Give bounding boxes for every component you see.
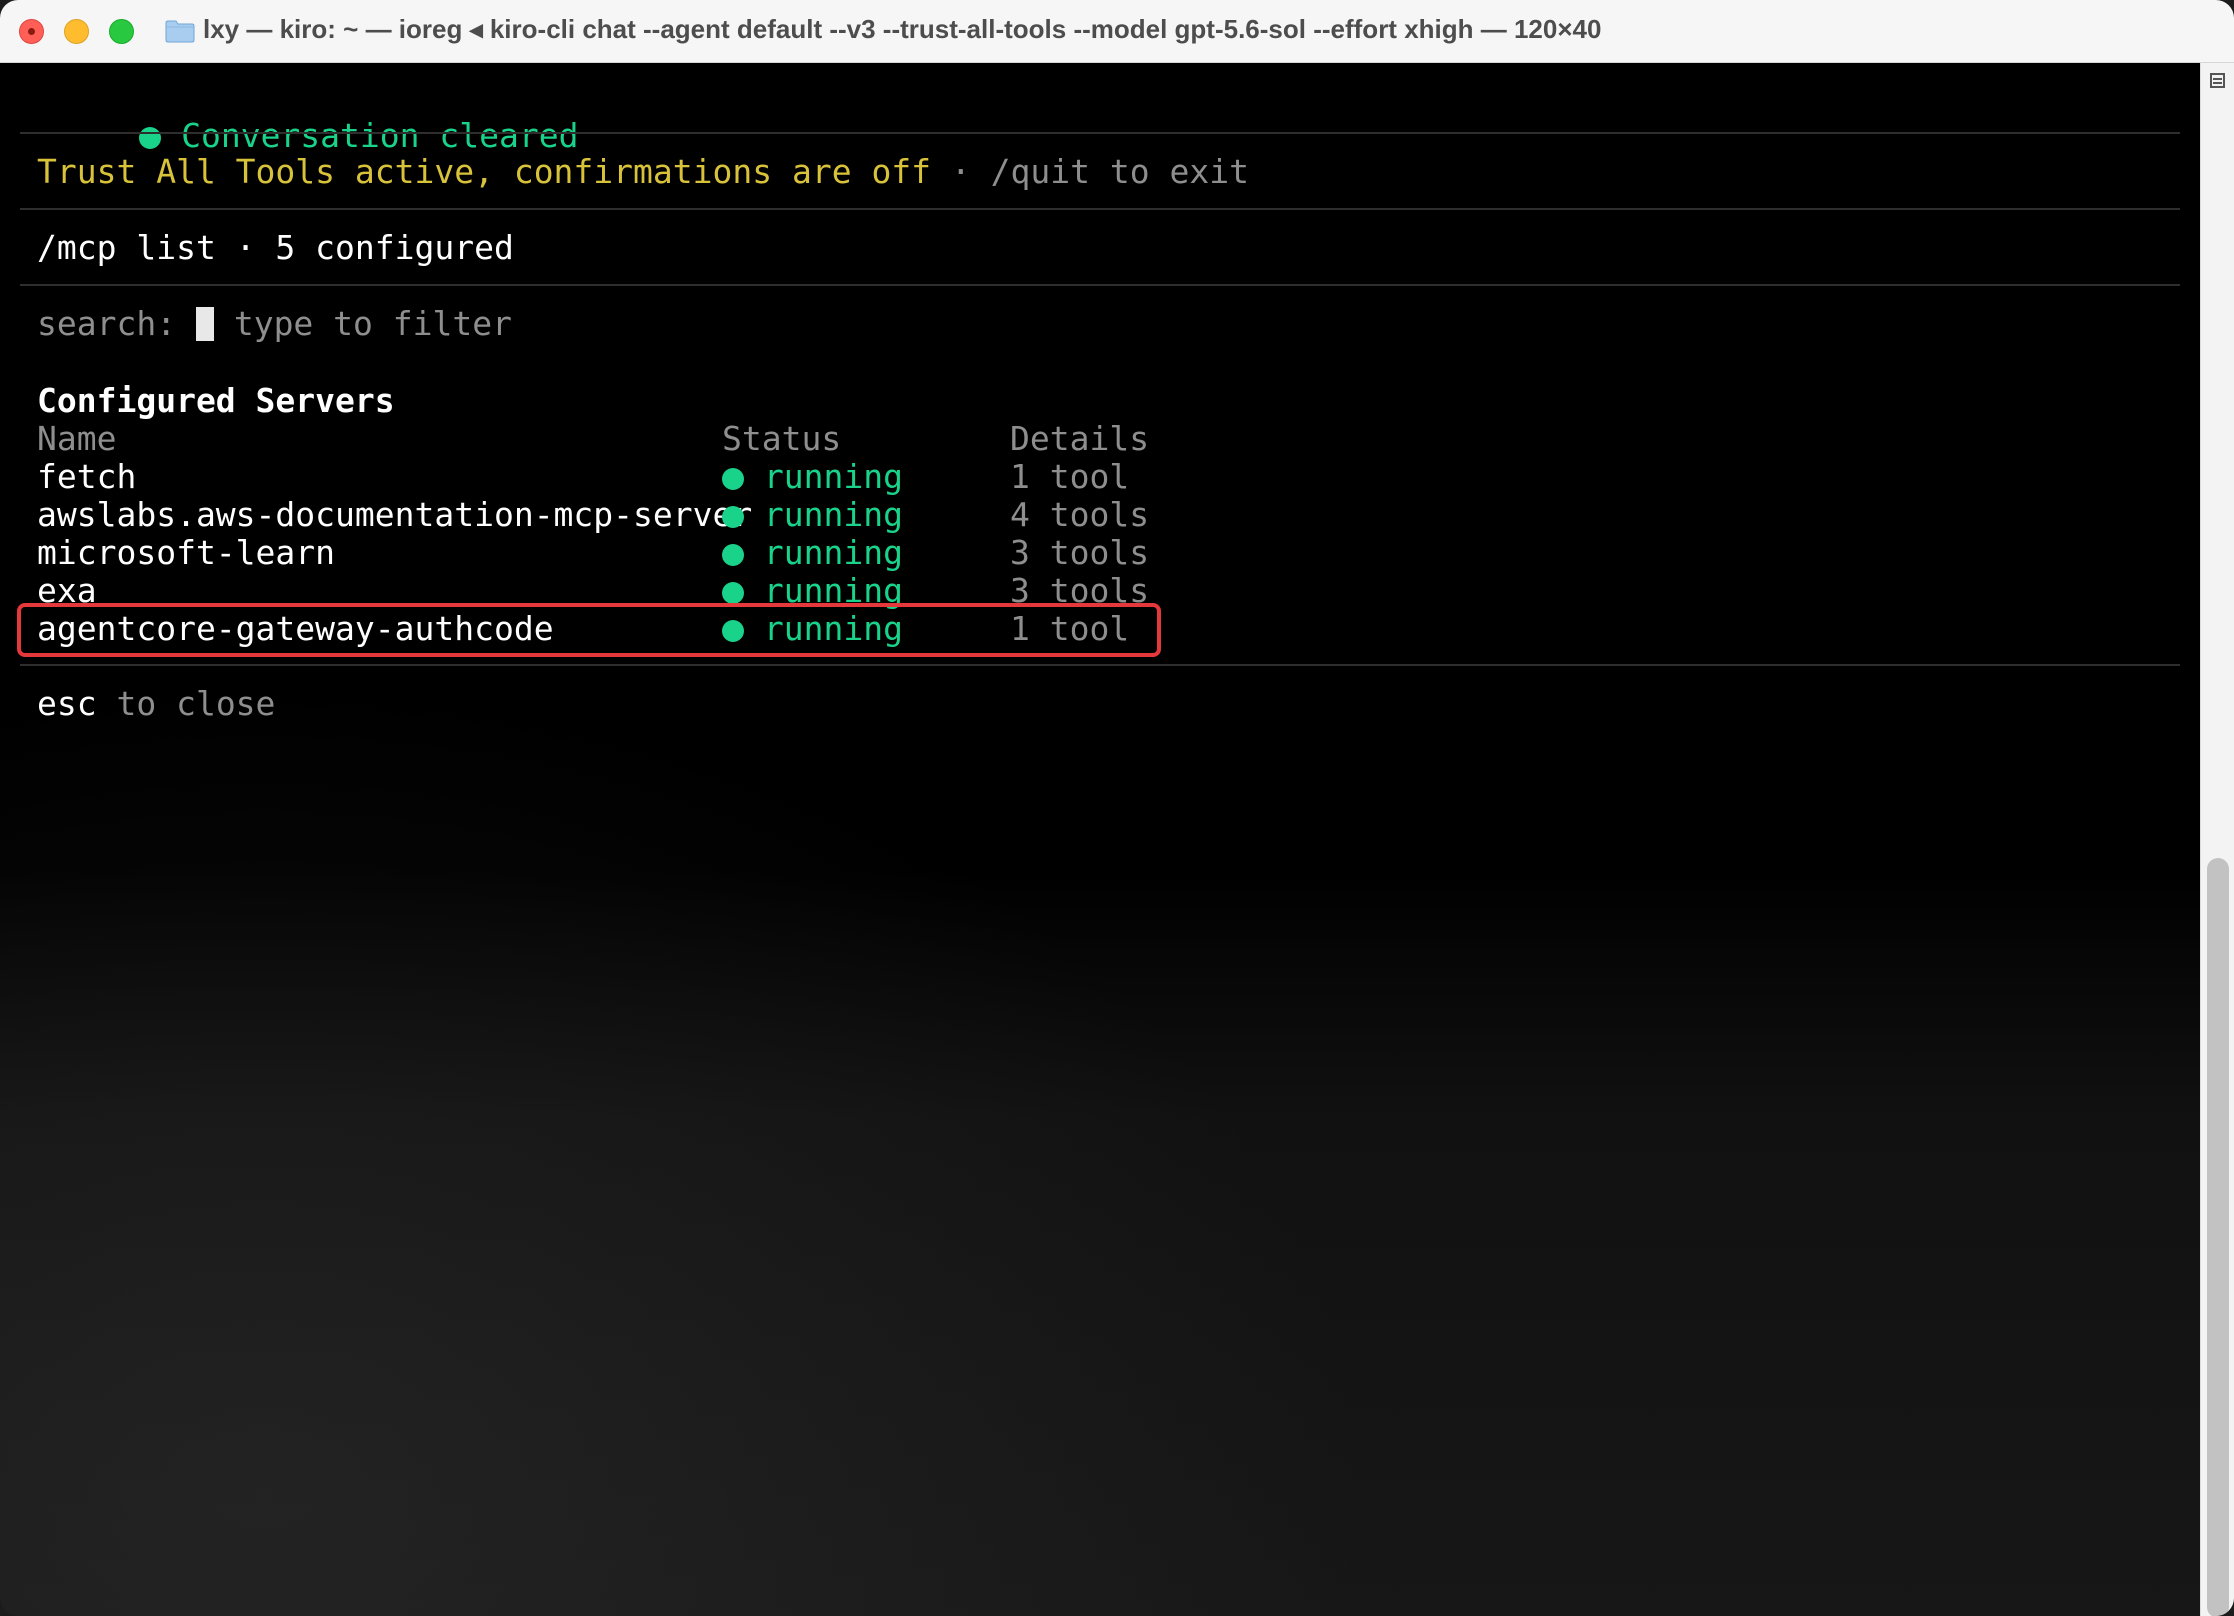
terminal-content[interactable]: Conversation cleared Trust All Tools act… bbox=[0, 63, 2200, 1616]
server-status: running bbox=[722, 457, 903, 497]
footer-key: esc bbox=[37, 684, 97, 723]
server-name: microsoft-learn bbox=[37, 533, 336, 572]
server-details: 3 tools bbox=[1010, 533, 1150, 572]
section-title: Configured Servers bbox=[37, 381, 395, 420]
status-dot-icon bbox=[722, 544, 744, 566]
column-header-status: Status bbox=[722, 419, 842, 458]
trust-notice-line: Trust All Tools active, confirmations ar… bbox=[37, 152, 1249, 192]
footer-text: to close bbox=[96, 684, 276, 723]
scrollbar[interactable] bbox=[2200, 63, 2234, 1616]
server-status: running bbox=[722, 495, 903, 535]
divider bbox=[20, 284, 2180, 286]
divider bbox=[20, 664, 2180, 666]
status-dot-icon bbox=[722, 506, 744, 528]
highlight-annotation bbox=[17, 603, 1161, 657]
column-header-details: Details bbox=[1010, 419, 1150, 458]
scrollbar-thumb[interactable] bbox=[2207, 858, 2229, 1616]
status-message: Conversation cleared bbox=[181, 116, 579, 155]
trust-notice: Trust All Tools active, confirmations ar… bbox=[37, 152, 932, 191]
close-icon[interactable] bbox=[19, 19, 44, 44]
terminal-window: lxy — kiro: ~ — ioreg ◂ kiro-cli chat --… bbox=[0, 0, 2234, 1616]
status-dot-icon bbox=[139, 127, 162, 149]
folder-icon bbox=[165, 20, 195, 43]
minimize-icon[interactable] bbox=[64, 19, 89, 44]
text-cursor bbox=[195, 307, 214, 341]
divider bbox=[20, 208, 2180, 210]
window-title: lxy — kiro: ~ — ioreg ◂ kiro-cli chat --… bbox=[203, 14, 1602, 44]
search-input[interactable]: search: type to filter bbox=[37, 304, 512, 344]
command-separator: · bbox=[215, 228, 276, 267]
divider bbox=[20, 132, 2180, 134]
status-dot-icon bbox=[722, 468, 744, 490]
trust-separator: · bbox=[931, 152, 991, 191]
quit-hint: /quit to exit bbox=[990, 152, 1249, 191]
server-details: 1 tool bbox=[1010, 457, 1130, 496]
server-name: fetch bbox=[37, 457, 137, 496]
maximize-icon[interactable] bbox=[109, 19, 134, 44]
menu-icon[interactable] bbox=[2210, 73, 2225, 88]
search-label: search: bbox=[37, 304, 177, 343]
server-name: awslabs.aws-documentation-mcp-server bbox=[37, 495, 753, 534]
column-header-name: Name bbox=[37, 419, 117, 458]
configured-count: 5 configured bbox=[275, 228, 514, 267]
search-placeholder: type to filter bbox=[233, 304, 512, 343]
server-status: running bbox=[722, 533, 903, 573]
command-text: /mcp list bbox=[37, 228, 216, 267]
status-dot-icon bbox=[722, 582, 744, 604]
server-details: 4 tools bbox=[1010, 495, 1150, 534]
footer-hint: esc to close bbox=[37, 684, 275, 724]
command-line: /mcp list · 5 configured bbox=[37, 228, 514, 268]
title-bar: lxy — kiro: ~ — ioreg ◂ kiro-cli chat --… bbox=[0, 0, 2234, 63]
